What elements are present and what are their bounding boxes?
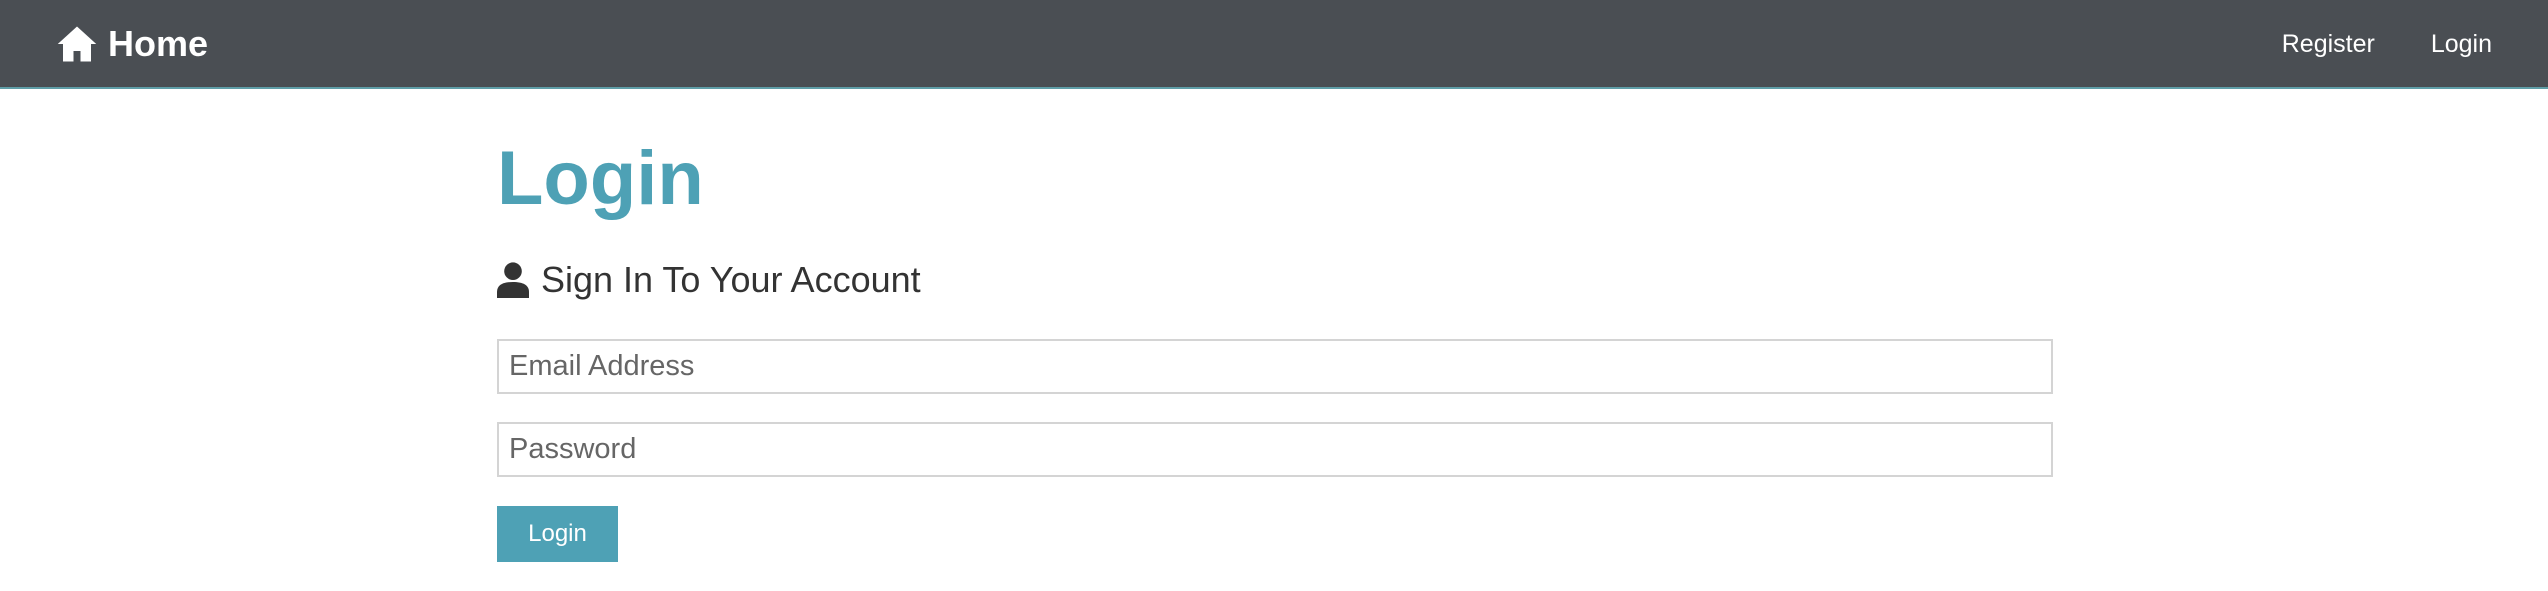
home-link-label: Home bbox=[108, 23, 209, 64]
email-field[interactable] bbox=[497, 339, 2053, 394]
subtitle-text: Sign In To Your Account bbox=[541, 259, 921, 300]
register-link[interactable]: Register bbox=[2282, 30, 2375, 59]
login-button[interactable]: Login bbox=[497, 506, 618, 562]
password-field[interactable] bbox=[497, 422, 2053, 477]
login-link[interactable]: Login bbox=[2431, 30, 2492, 59]
home-link[interactable]: Home bbox=[56, 22, 208, 66]
subtitle: Sign In To Your Account bbox=[497, 259, 921, 301]
home-icon bbox=[57, 26, 97, 62]
user-icon bbox=[497, 262, 529, 298]
page-title: Login bbox=[497, 136, 704, 221]
top-navbar: Home Register Login bbox=[0, 0, 2548, 89]
nav-links: Register Login bbox=[2226, 26, 2492, 62]
